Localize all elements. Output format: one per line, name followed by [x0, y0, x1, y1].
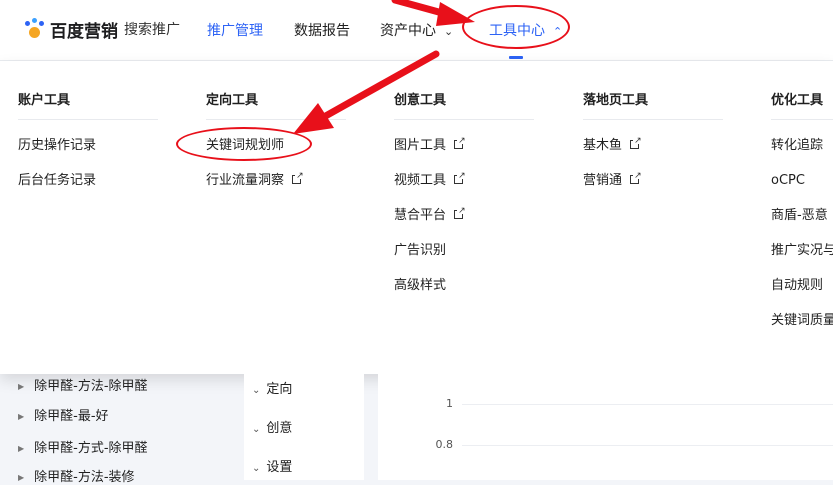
annotation-arrow-top-head [436, 2, 475, 26]
annotation-arrow-keyword-head [293, 103, 334, 134]
annotation-arrows [293, 0, 475, 134]
annotation-arrow-keyword-shaft [318, 50, 440, 122]
